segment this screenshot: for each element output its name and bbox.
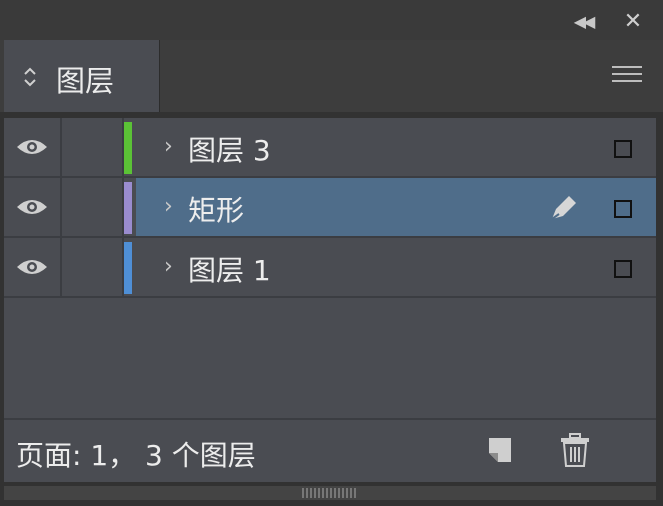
chevron-right-icon[interactable]: › bbox=[164, 194, 173, 219]
tab-label: 图层 bbox=[56, 64, 115, 98]
chevron-right-icon[interactable]: › bbox=[164, 134, 173, 159]
panel-resize-handle[interactable] bbox=[4, 486, 656, 500]
status-text: 页面: 1， 3 个图层 bbox=[16, 439, 256, 472]
resize-grip[interactable] bbox=[302, 488, 358, 498]
panel-tab-row: 图层 bbox=[0, 40, 663, 112]
layer-target-square[interactable] bbox=[614, 140, 632, 158]
layer-color-bar bbox=[124, 122, 132, 174]
layer-name-area[interactable]: › 图层 1 bbox=[136, 238, 656, 296]
eye-icon[interactable] bbox=[4, 238, 62, 296]
close-icon[interactable]: ✕ bbox=[618, 8, 648, 34]
layer-name[interactable]: 图层 1 bbox=[188, 249, 271, 289]
eye-icon[interactable] bbox=[4, 118, 62, 176]
layers-list: › 图层 3 › 矩形 › 图层 1 bbox=[4, 118, 656, 418]
lock-toggle[interactable] bbox=[62, 238, 124, 296]
layer-row[interactable]: › 图层 1 bbox=[4, 238, 656, 298]
chevron-right-icon[interactable]: › bbox=[164, 254, 173, 279]
eye-icon[interactable] bbox=[4, 178, 62, 236]
lock-toggle[interactable] bbox=[62, 118, 124, 176]
layer-row[interactable]: › 矩形 bbox=[4, 178, 656, 238]
panel-titlebar: ◀◀ ✕ bbox=[0, 0, 663, 40]
trash-icon[interactable] bbox=[558, 432, 592, 468]
layer-name[interactable]: 矩形 bbox=[188, 189, 244, 229]
layer-color-bar bbox=[124, 242, 132, 294]
layer-name[interactable]: 图层 3 bbox=[188, 129, 271, 169]
layer-name-area[interactable]: › 矩形 bbox=[136, 178, 656, 236]
up-down-arrows-icon[interactable] bbox=[22, 66, 38, 88]
double-chevron-left-icon[interactable]: ◀◀ bbox=[568, 9, 598, 33]
lock-toggle[interactable] bbox=[62, 178, 124, 236]
layer-target-square[interactable] bbox=[614, 260, 632, 278]
hamburger-menu-icon[interactable] bbox=[612, 66, 642, 86]
layer-row[interactable]: › 图层 3 bbox=[4, 118, 656, 178]
layer-name-area[interactable]: › 图层 3 bbox=[136, 118, 656, 176]
panel-footer: 页面: 1， 3 个图层 bbox=[4, 418, 656, 482]
layer-color-bar bbox=[124, 182, 132, 234]
new-layer-icon[interactable] bbox=[484, 434, 516, 466]
layer-target-square[interactable] bbox=[614, 200, 632, 218]
pen-icon bbox=[551, 196, 576, 220]
tab-layers[interactable]: 图层 bbox=[4, 40, 160, 112]
